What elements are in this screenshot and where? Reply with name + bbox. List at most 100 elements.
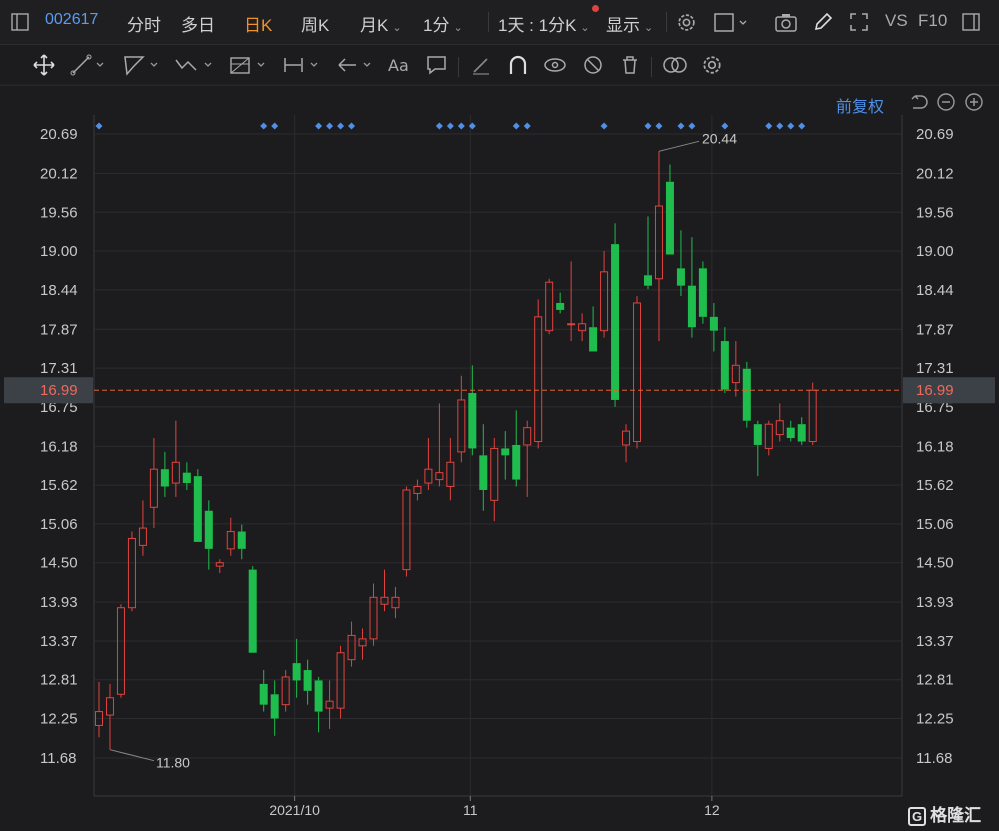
candle[interactable] — [281, 670, 290, 712]
candlestick-chart[interactable]: 20.6920.1219.5619.0018.4417.8717.3116.75… — [0, 0, 999, 831]
candle[interactable] — [116, 604, 125, 698]
candle[interactable] — [479, 424, 488, 511]
candle-body-up — [534, 316, 543, 442]
event-marker[interactable] — [765, 122, 773, 130]
event-marker[interactable] — [655, 122, 663, 130]
candle[interactable] — [556, 292, 565, 314]
candle[interactable] — [644, 216, 652, 290]
event-marker[interactable] — [271, 122, 279, 130]
candle[interactable] — [545, 278, 554, 335]
candle[interactable] — [753, 420, 762, 477]
event-marker[interactable] — [95, 122, 103, 130]
event-marker[interactable] — [644, 122, 652, 130]
candle-body-down — [303, 670, 312, 691]
candle-body-up — [633, 302, 642, 442]
event-marker[interactable] — [337, 122, 345, 130]
candle[interactable] — [105, 683, 114, 750]
y-tick-label-right: 12.25 — [916, 711, 954, 728]
candle[interactable] — [215, 559, 224, 574]
candle-body-up — [808, 389, 817, 442]
candle[interactable] — [764, 420, 773, 456]
candle[interactable] — [698, 261, 707, 324]
y-tick-label-right: 20.69 — [916, 126, 954, 143]
candle[interactable] — [468, 365, 477, 456]
candle[interactable] — [797, 417, 806, 445]
candle[interactable] — [182, 462, 191, 490]
candle-body-down — [644, 275, 652, 286]
candle-body-up — [127, 537, 136, 609]
event-marker[interactable] — [315, 122, 323, 130]
event-marker[interactable] — [512, 122, 520, 130]
candle[interactable] — [665, 164, 674, 255]
candle[interactable] — [742, 361, 751, 428]
candle[interactable] — [303, 659, 312, 705]
y-tick-label-left: 13.93 — [40, 594, 78, 611]
candle[interactable] — [457, 375, 466, 463]
candle[interactable] — [336, 645, 345, 719]
candle-body-down — [160, 469, 169, 487]
candle[interactable] — [259, 670, 268, 712]
candle[interactable] — [709, 302, 718, 352]
candle[interactable] — [687, 237, 696, 338]
candle[interactable] — [578, 313, 587, 342]
candle[interactable] — [127, 531, 136, 612]
candle[interactable] — [358, 628, 367, 660]
candle[interactable] — [808, 382, 817, 445]
candle[interactable] — [775, 403, 784, 442]
candle[interactable] — [731, 341, 740, 397]
candle[interactable] — [270, 680, 279, 736]
candle[interactable] — [325, 680, 334, 729]
candle[interactable] — [424, 438, 433, 490]
candle[interactable] — [654, 151, 663, 342]
event-marker[interactable] — [260, 122, 268, 130]
candle[interactable] — [589, 306, 598, 352]
event-marker[interactable] — [688, 122, 696, 130]
candle[interactable] — [314, 676, 323, 733]
candle[interactable] — [512, 410, 521, 487]
event-marker[interactable] — [787, 122, 795, 130]
candle[interactable] — [720, 327, 729, 394]
candle[interactable] — [226, 517, 235, 556]
candle[interactable] — [611, 223, 620, 407]
event-marker[interactable] — [435, 122, 443, 130]
event-marker[interactable] — [523, 122, 531, 130]
candle-body-down — [182, 472, 191, 484]
event-marker[interactable] — [721, 122, 729, 130]
candle[interactable] — [292, 638, 301, 698]
candle[interactable] — [413, 479, 422, 501]
candle-body-down — [709, 316, 718, 331]
candle[interactable] — [622, 424, 631, 463]
candle[interactable] — [160, 451, 169, 497]
candle[interactable] — [446, 438, 455, 501]
event-marker[interactable] — [446, 122, 454, 130]
candle[interactable] — [490, 438, 499, 522]
candle[interactable] — [633, 296, 642, 449]
candle-body-up — [764, 423, 773, 449]
candle[interactable] — [204, 500, 213, 570]
candle[interactable] — [369, 583, 378, 646]
candle[interactable] — [435, 403, 444, 487]
candle[interactable] — [347, 621, 356, 667]
candle-body-up — [149, 468, 158, 508]
event-marker[interactable] — [776, 122, 784, 130]
candle[interactable] — [534, 299, 543, 449]
candle[interactable] — [248, 566, 257, 653]
event-marker[interactable] — [457, 122, 465, 130]
candle[interactable] — [149, 438, 158, 529]
candle[interactable] — [600, 251, 609, 338]
event-marker[interactable] — [326, 122, 334, 130]
event-marker[interactable] — [600, 122, 608, 130]
event-marker[interactable] — [798, 122, 806, 130]
event-marker[interactable] — [348, 122, 356, 130]
candle[interactable] — [193, 469, 202, 542]
candle[interactable] — [676, 230, 685, 297]
candle[interactable] — [95, 681, 103, 738]
candle[interactable] — [501, 431, 510, 480]
candle-body-up — [138, 527, 147, 546]
candle[interactable] — [786, 420, 795, 442]
event-marker[interactable] — [677, 122, 685, 130]
candle[interactable] — [237, 524, 246, 560]
candle[interactable] — [138, 500, 147, 556]
y-tick-label-right: 14.50 — [916, 555, 954, 572]
candle[interactable] — [380, 569, 389, 612]
